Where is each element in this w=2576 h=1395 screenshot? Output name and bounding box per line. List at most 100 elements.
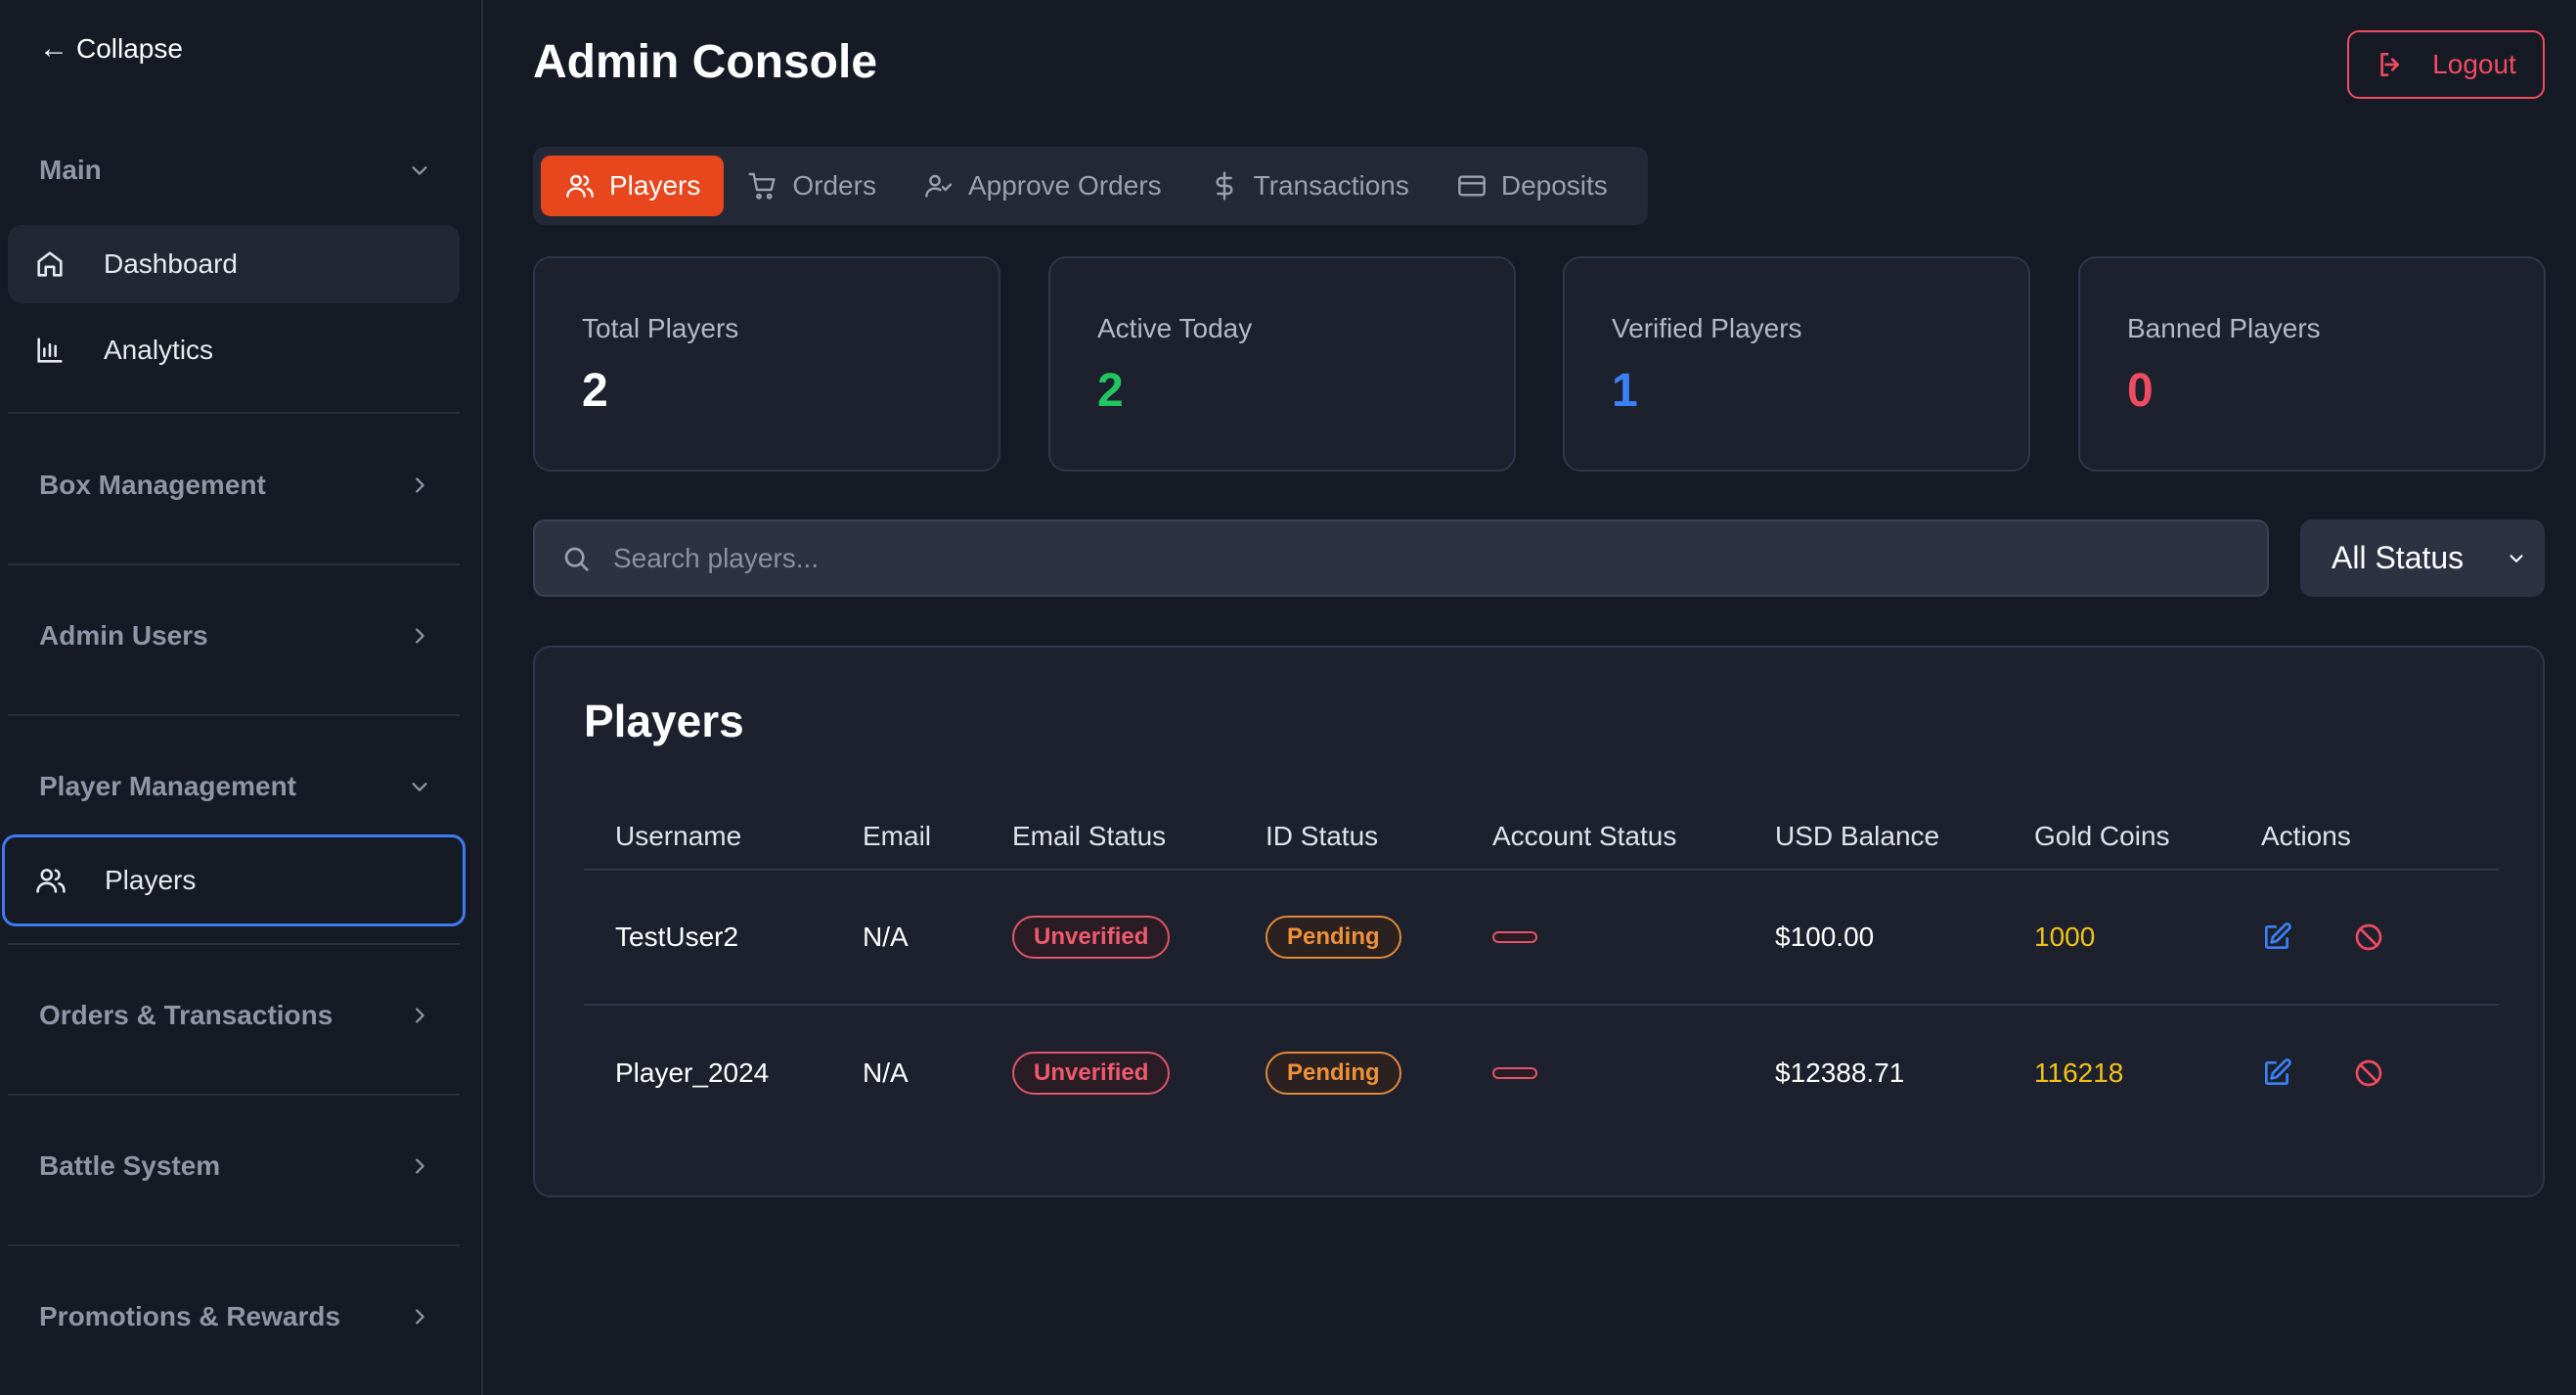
- stat-card-banned-players: Banned Players 0: [2078, 256, 2546, 472]
- email-status-badge: Unverified: [1012, 1052, 1171, 1095]
- sidebar-item-label: Players: [105, 865, 197, 895]
- card-icon: [1457, 175, 1486, 197]
- sidebar-divider: [8, 943, 460, 945]
- section-label: Battle System: [39, 1150, 221, 1181]
- collapse-label: Collapse: [76, 33, 183, 64]
- arrow-left-icon: ←: [39, 32, 68, 65]
- sidebar-section-admin-users[interactable]: Admin Users: [39, 611, 430, 660]
- stat-label: Verified Players: [1612, 313, 1802, 343]
- dollar-icon: [1216, 171, 1233, 201]
- stat-label: Total Players: [582, 313, 739, 343]
- column-header-actions: Actions: [2261, 821, 2351, 851]
- collapse-button[interactable]: ← Collapse: [39, 31, 183, 67]
- ban-icon[interactable]: [2353, 1058, 2384, 1089]
- chevron-right-icon: [416, 477, 424, 493]
- cell-actions: [2261, 871, 2384, 1004]
- tab-label: Orders: [792, 170, 876, 201]
- id-status-badge: Pending: [1266, 1052, 1401, 1095]
- logout-label: Logout: [2432, 49, 2516, 79]
- stat-card-verified-players: Verified Players 1: [1563, 256, 2030, 472]
- sidebar-section-box-management[interactable]: Box Management: [39, 461, 430, 510]
- column-header-username: Username: [615, 821, 742, 851]
- sidebar-divider: [8, 714, 460, 716]
- table-header: Username Email Email Status ID Status Ac…: [584, 804, 2499, 871]
- chevron-down-icon: [2509, 554, 2523, 562]
- logout-button[interactable]: Logout: [2347, 30, 2545, 99]
- cell-id-status: Pending: [1266, 1006, 1401, 1141]
- cell-actions: [2261, 1006, 2384, 1141]
- sidebar-section-player-management[interactable]: Player Management: [39, 762, 430, 811]
- sidebar-divider: [8, 563, 460, 565]
- user-check-icon: [925, 174, 953, 198]
- stat-value: 1: [1612, 365, 1638, 417]
- tab-transactions[interactable]: Transactions: [1185, 156, 1433, 216]
- tab-approve-orders[interactable]: Approve Orders: [900, 156, 1185, 216]
- sidebar-section-orders-transactions[interactable]: Orders & Transactions: [39, 991, 430, 1040]
- section-label: Box Management: [39, 470, 266, 500]
- section-label: Admin Users: [39, 620, 208, 651]
- cell-gold-coins: 1000: [2034, 922, 2096, 952]
- chevron-right-icon: [416, 1158, 424, 1174]
- section-label: Orders & Transactions: [39, 1000, 333, 1030]
- sidebar-item-analytics[interactable]: Analytics: [8, 311, 460, 389]
- sidebar-section-promotions-rewards[interactable]: Promotions & Rewards: [39, 1292, 430, 1341]
- stat-card-active-today: Active Today 2: [1048, 256, 1516, 472]
- stat-value: 0: [2127, 365, 2154, 417]
- sidebar-section-main[interactable]: Main: [39, 146, 430, 195]
- email-status-badge: Unverified: [1012, 916, 1171, 959]
- cell-email-status: Unverified: [1012, 871, 1171, 1004]
- tab-deposits[interactable]: Deposits: [1433, 156, 1631, 216]
- sidebar-section-battle-system[interactable]: Battle System: [39, 1142, 430, 1191]
- column-header-email-status: Email Status: [1012, 821, 1167, 851]
- sidebar-item-dashboard[interactable]: Dashboard: [8, 225, 460, 303]
- chevron-down-icon: [412, 783, 427, 791]
- tab-label: Deposits: [1500, 170, 1608, 201]
- ban-icon[interactable]: [2353, 922, 2384, 953]
- column-header-usd-balance: USD Balance: [1775, 821, 1940, 851]
- sidebar-divider: [8, 1094, 460, 1096]
- tab-orders[interactable]: Orders: [724, 156, 900, 216]
- cell-email: N/A: [863, 1058, 909, 1088]
- sidebar-item-label: Analytics: [104, 335, 214, 365]
- chevron-right-icon: [416, 1309, 424, 1325]
- players-panel: Players Username Email Email Status ID S…: [533, 646, 2545, 1197]
- column-header-gold-coins: Gold Coins: [2034, 821, 2170, 851]
- search-icon: [564, 547, 589, 571]
- section-label: Promotions & Rewards: [39, 1301, 341, 1331]
- tab-players[interactable]: Players: [541, 156, 725, 216]
- search-bar: [533, 519, 2269, 597]
- users-icon: [566, 174, 594, 198]
- bar-chart-icon: [37, 338, 63, 363]
- status-filter-select[interactable]: All Status: [2300, 519, 2545, 597]
- users-icon: [36, 869, 66, 893]
- cell-email: N/A: [863, 922, 909, 952]
- section-label: Main: [39, 155, 102, 185]
- cell-email-status: Unverified: [1012, 1006, 1171, 1141]
- page-title: Admin Console: [533, 36, 878, 88]
- sidebar: ← Collapse Main Dashboard Analytics Box …: [0, 0, 483, 1395]
- chevron-down-icon: [412, 166, 427, 175]
- tab-label: Approve Orders: [967, 170, 1162, 201]
- cell-username: Player_2024: [615, 1058, 770, 1088]
- cell-account-status: [1492, 1006, 1537, 1141]
- tab-label: Players: [609, 170, 701, 201]
- chevron-right-icon: [416, 628, 424, 644]
- stat-value: 2: [582, 365, 608, 417]
- cell-id-status: Pending: [1266, 871, 1401, 1004]
- id-status-badge: Pending: [1266, 916, 1401, 959]
- search-input[interactable]: [613, 542, 2267, 574]
- cell-username: TestUser2: [615, 922, 739, 952]
- cart-icon: [748, 172, 776, 200]
- cell-gold-coins: 116218: [2034, 1058, 2124, 1088]
- sidebar-divider: [8, 1244, 460, 1246]
- sidebar-divider: [8, 412, 460, 414]
- sidebar-item-label: Dashboard: [104, 248, 238, 279]
- edit-icon[interactable]: [2261, 1058, 2292, 1089]
- account-status-badge: [1492, 931, 1537, 943]
- table-row: Player_2024 N/A Unverified Pending $1238…: [584, 1006, 2499, 1141]
- section-label: Player Management: [39, 771, 296, 801]
- sidebar-item-players[interactable]: Players: [2, 834, 466, 926]
- panel-title: Players: [584, 696, 744, 746]
- edit-icon[interactable]: [2261, 922, 2292, 953]
- account-status-badge: [1492, 1067, 1537, 1079]
